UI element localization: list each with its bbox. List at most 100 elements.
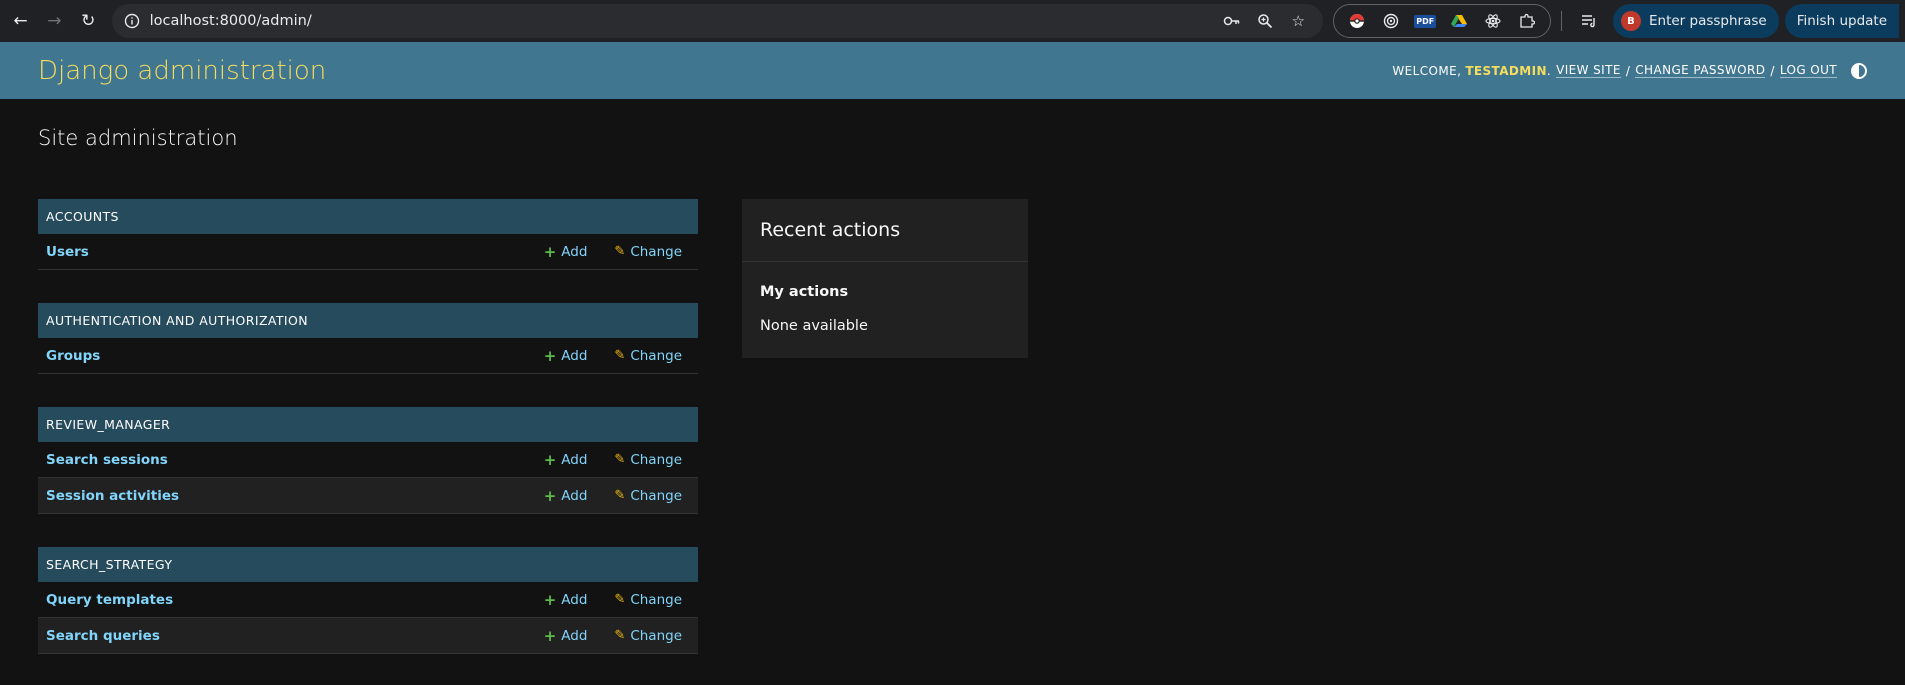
pencil-icon: ✎ (614, 244, 626, 259)
app-list: ACCOUNTS Users + Add ✎ Change AUTHENTICATI… (38, 199, 698, 685)
recent-actions-module: Recent actions My actions None available (742, 199, 1028, 358)
password-key-icon[interactable] (1217, 6, 1247, 36)
pencil-icon: ✎ (614, 592, 626, 607)
pdf-extension-icon[interactable]: PDF (1408, 7, 1442, 35)
model-link-search-sessions[interactable]: Search sessions (46, 452, 517, 468)
change-link[interactable]: ✎ Change (614, 348, 682, 364)
model-link-search-queries[interactable]: Search queries (46, 628, 517, 644)
welcome-text: WELCOME, (1392, 63, 1462, 78)
app-module-accounts: ACCOUNTS Users + Add ✎ Change (38, 199, 698, 270)
add-link[interactable]: + Add (544, 451, 588, 469)
change-link[interactable]: ✎ Change (614, 488, 682, 504)
change-link[interactable]: ✎ Change (614, 452, 682, 468)
target-extension-icon[interactable] (1374, 7, 1408, 35)
content: ACCOUNTS Users + Add ✎ Change AUTHENTICATI… (0, 99, 1905, 685)
plus-icon: + (543, 450, 557, 469)
change-link[interactable]: ✎ Change (614, 628, 682, 644)
change-label: Change (630, 243, 682, 260)
change-label: Change (630, 487, 682, 504)
browser-toolbar: ← → ↻ localhost:8000/admin/ ☆ PDF B Ente… (0, 0, 1905, 42)
model-row: Search sessions + Add ✎ Change (38, 442, 698, 478)
sidebar: Recent actions My actions None available (742, 199, 1028, 685)
add-label: Add (561, 591, 588, 608)
model-link-session-activities[interactable]: Session activities (46, 488, 517, 504)
passphrase-label: Enter passphrase (1648, 13, 1767, 29)
finish-update-button[interactable]: Finish update (1784, 4, 1900, 38)
module-caption[interactable]: AUTHENTICATION AND AUTHORIZATION (38, 303, 698, 338)
add-label: Add (561, 347, 588, 364)
app-module-auth: AUTHENTICATION AND AUTHORIZATION Groups … (38, 303, 698, 374)
app-module-review-manager: REVIEW_MANAGER Search sessions + Add ✎ Cha… (38, 407, 698, 514)
model-row: Search queries + Add ✎ Change (38, 618, 698, 654)
toolbar-divider (1561, 11, 1563, 31)
puzzle-extensions-icon[interactable] (1510, 7, 1544, 35)
add-label: Add (561, 243, 588, 260)
pdf-badge: PDF (1414, 14, 1437, 28)
username: TESTADMIN (1465, 63, 1547, 78)
site-branding[interactable]: Django administration (38, 56, 326, 86)
plus-icon: + (543, 590, 557, 609)
separator: / (1770, 63, 1775, 78)
site-info-icon[interactable] (122, 11, 142, 31)
drive-extension-icon[interactable] (1442, 7, 1476, 35)
model-row: Session activities + Add ✎ Change (38, 478, 698, 514)
change-label: Change (630, 627, 682, 644)
add-link[interactable]: + Add (544, 243, 588, 261)
add-label: Add (561, 487, 588, 504)
user-tools: WELCOME, TESTADMIN. VIEW SITE / CHANGE P… (1392, 62, 1867, 79)
log-out-link[interactable]: LOG OUT (1779, 63, 1837, 78)
module-caption[interactable]: SEARCH_STRATEGY (38, 547, 698, 582)
plus-icon: + (543, 242, 557, 261)
module-caption[interactable]: REVIEW_MANAGER (38, 407, 698, 442)
plus-icon: + (543, 486, 557, 505)
forward-icon[interactable]: → (40, 6, 69, 36)
model-row: Users + Add ✎ Change (38, 234, 698, 270)
separator: / (1625, 63, 1631, 78)
pencil-icon: ✎ (614, 452, 626, 467)
pokeball-extension-icon[interactable] (1340, 7, 1374, 35)
model-link-users[interactable]: Users (46, 244, 517, 260)
pencil-icon: ✎ (614, 348, 626, 363)
back-icon[interactable]: ← (6, 6, 35, 36)
plus-icon: + (543, 346, 557, 365)
add-label: Add (561, 451, 588, 468)
view-site-link[interactable]: VIEW SITE (1556, 63, 1621, 78)
add-link[interactable]: + Add (544, 627, 588, 645)
pencil-icon: ✎ (614, 628, 626, 643)
react-extension-icon[interactable] (1476, 7, 1510, 35)
pencil-icon: ✎ (614, 488, 626, 503)
model-link-query-templates[interactable]: Query templates (46, 592, 517, 608)
bookmark-star-icon[interactable]: ☆ (1283, 6, 1313, 36)
admin-header: Django administration WELCOME, TESTADMIN… (0, 42, 1905, 99)
plus-icon: + (543, 626, 557, 645)
extensions-group: PDF (1333, 4, 1552, 38)
change-label: Change (630, 451, 682, 468)
change-label: Change (630, 591, 682, 608)
change-label: Change (630, 347, 682, 364)
change-link[interactable]: ✎ Change (614, 244, 682, 260)
zoom-icon[interactable] (1250, 6, 1280, 36)
empty-actions-text: None available (760, 318, 868, 334)
finish-update-label: Finish update (1796, 13, 1888, 29)
add-link[interactable]: + Add (544, 487, 588, 505)
module-caption[interactable]: ACCOUNTS (38, 199, 698, 234)
theme-toggle-icon[interactable] (1851, 62, 1867, 79)
media-queue-icon[interactable] (1572, 7, 1605, 35)
passphrase-button[interactable]: B Enter passphrase (1612, 4, 1779, 38)
add-link[interactable]: + Add (544, 347, 588, 365)
add-link[interactable]: + Add (544, 591, 588, 609)
page-title: Site administration (38, 126, 238, 150)
reload-icon[interactable]: ↻ (74, 6, 103, 36)
url-text[interactable]: localhost:8000/admin/ (150, 13, 1215, 29)
change-link[interactable]: ✎ Change (614, 592, 682, 608)
app-module-search-strategy: SEARCH_STRATEGY Query templates + Add ✎ Ch… (38, 547, 698, 654)
change-password-link[interactable]: CHANGE PASSWORD (1635, 63, 1766, 78)
profile-avatar: B (1620, 11, 1641, 31)
add-label: Add (561, 627, 588, 644)
address-bar[interactable]: localhost:8000/admin/ ☆ (111, 4, 1324, 38)
welcome-period: . (1546, 63, 1552, 78)
recent-actions-title: Recent actions (742, 199, 1028, 262)
my-actions-heading: My actions (760, 284, 849, 300)
model-link-groups[interactable]: Groups (46, 348, 517, 364)
model-row: Groups + Add ✎ Change (38, 338, 698, 374)
